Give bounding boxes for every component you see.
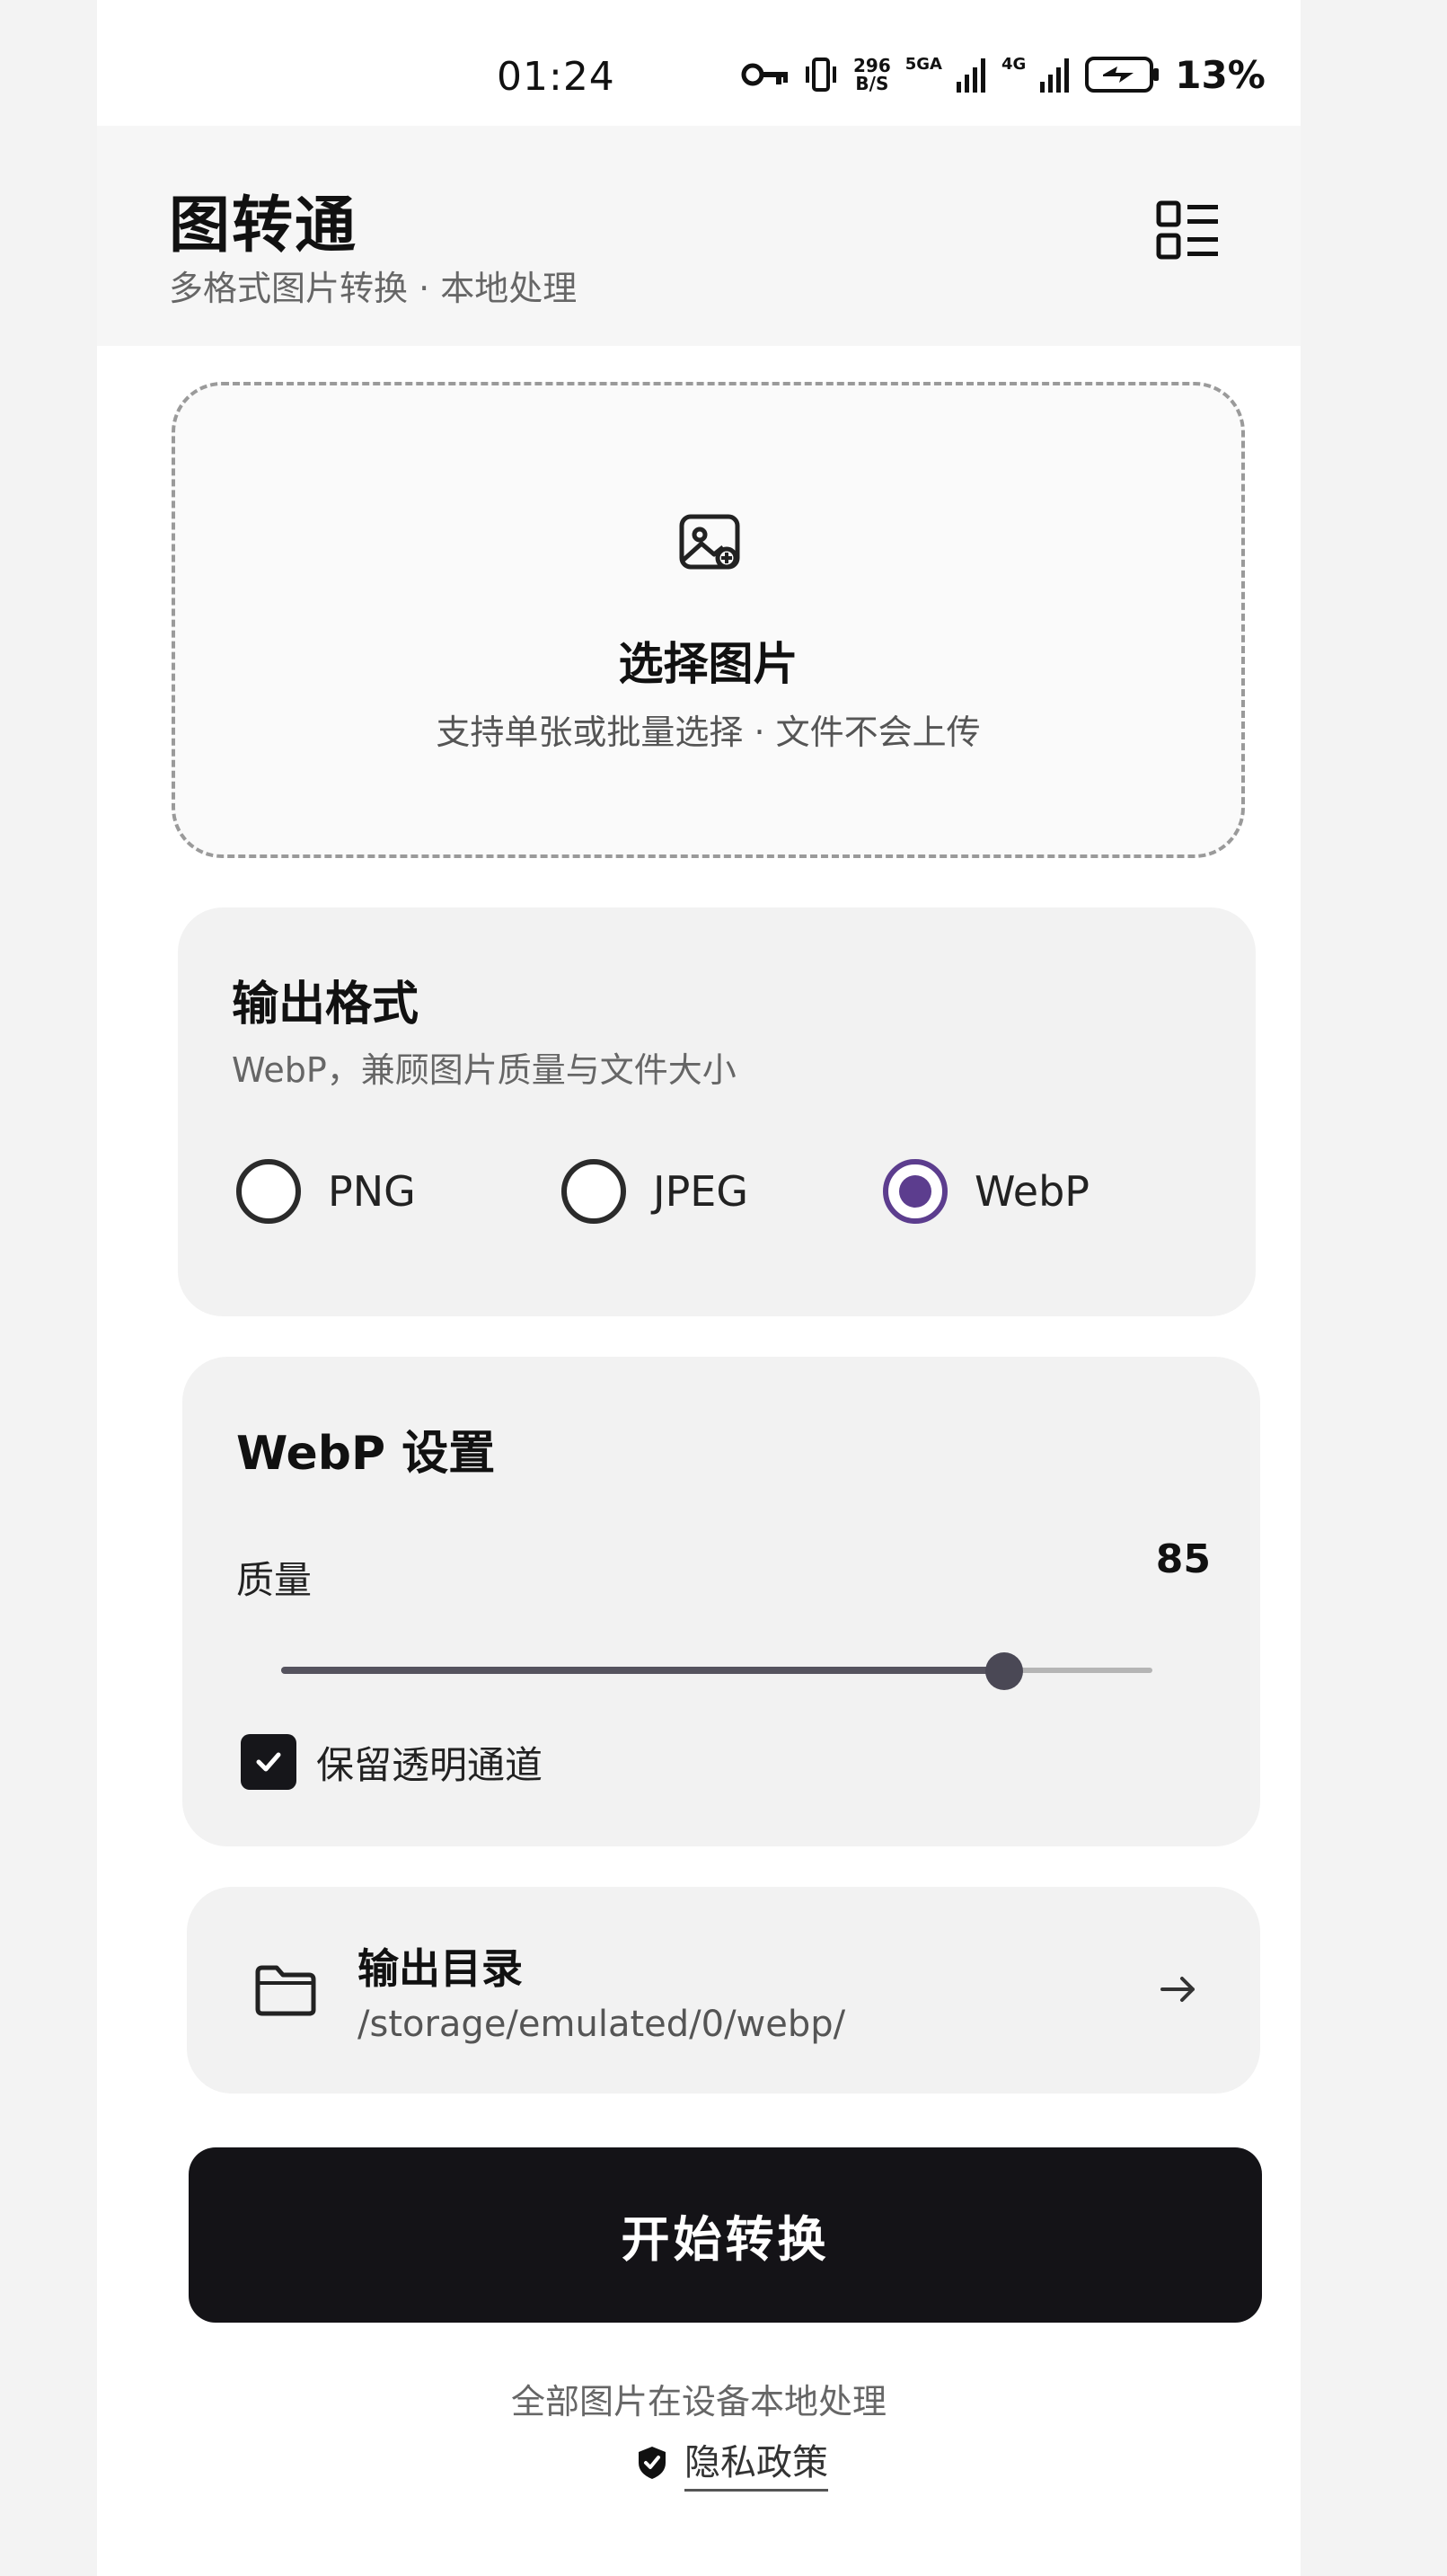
format-radio-group: PNG JPEG WebP (236, 1159, 1224, 1231)
app-subtitle: 多格式图片转换 · 本地处理 (169, 269, 578, 308)
output-directory-path: /storage/emulated/0/webp/ (357, 2004, 846, 2045)
network-type-1: 5GA (904, 54, 942, 74)
radio-label: JPEG (653, 1167, 749, 1216)
check-icon (256, 1752, 281, 1772)
signal-icon (1040, 58, 1070, 93)
network-speed: 296 B/S (853, 57, 891, 93)
privacy-policy-link[interactable]: 隐私政策 (636, 2433, 828, 2492)
output-directory-title: 输出目录 (357, 1944, 523, 1993)
radio-webp[interactable]: WebP (883, 1159, 1090, 1224)
signal-icon (956, 58, 985, 93)
upload-hint: 支持单张或批量选择 · 文件不会上传 (436, 713, 981, 752)
status-icons: 296 B/S 5GA 4G 13% (740, 52, 1266, 97)
key-icon (741, 63, 788, 86)
webp-settings-title: WebP 设置 (236, 1427, 496, 1481)
status-bar: 01:24 296 B/S 5GA 4G 13% (97, 0, 1301, 126)
quality-value: 85 (1155, 1536, 1211, 1582)
radio-button[interactable] (236, 1159, 301, 1224)
radio-jpeg[interactable]: JPEG (561, 1159, 748, 1224)
app-title: 图转通 (169, 190, 358, 261)
radio-label: WebP (975, 1167, 1090, 1216)
format-title: 输出格式 (232, 978, 419, 1031)
folder-icon (255, 1965, 316, 2016)
privacy-policy-label[interactable]: 隐私政策 (684, 2433, 828, 2492)
keep-alpha-label: 保留透明通道 (316, 1742, 543, 1787)
shield-check-icon (639, 2446, 666, 2479)
output-format-card: 输出格式 WebP，兼顾图片质量与文件大小 PNG JPEG WebP (178, 907, 1256, 1316)
speed-value: 296 (853, 55, 891, 76)
status-time: 01:24 (497, 54, 615, 100)
webp-settings-card: WebP 设置 质量 85 保留透明通道 (182, 1357, 1260, 1846)
battery-icon (1085, 57, 1160, 93)
network-type-2: 4G (1001, 54, 1027, 74)
image-add-icon (679, 514, 740, 570)
format-description: WebP，兼顾图片质量与文件大小 (232, 1050, 737, 1090)
speed-unit: B/S (855, 73, 889, 94)
quality-label: 质量 (236, 1558, 313, 1602)
app-header: 图转通 多格式图片转换 · 本地处理 (97, 126, 1301, 346)
output-directory-card[interactable]: 输出目录 /storage/emulated/0/webp/ (187, 1887, 1260, 2094)
local-processing-note: 全部图片在设备本地处理 (510, 2382, 887, 2421)
arrow-right-icon[interactable] (1157, 1968, 1200, 2011)
radio-png[interactable]: PNG (236, 1159, 416, 1224)
grid-list-icon[interactable] (1155, 198, 1220, 262)
radio-button-selected[interactable] (883, 1159, 948, 1224)
radio-button[interactable] (561, 1159, 626, 1224)
quality-slider[interactable] (281, 1644, 1152, 1698)
app-screen: 01:24 296 B/S 5GA 4G 13% 图转通 多格式图片转换 · 本… (97, 0, 1301, 2576)
slider-fill (281, 1667, 1005, 1674)
vibrate-icon (806, 58, 836, 92)
battery-percent: 13% (1175, 52, 1266, 97)
slider-thumb[interactable] (985, 1652, 1024, 1690)
keep-alpha-row[interactable]: 保留透明通道 (241, 1734, 543, 1790)
keep-alpha-checkbox[interactable] (241, 1734, 296, 1790)
start-convert-button[interactable]: 开始转换 (189, 2147, 1262, 2323)
upload-title: 选择图片 (618, 638, 798, 690)
radio-label: PNG (328, 1167, 416, 1216)
image-picker-dropzone[interactable]: 选择图片 支持单张或批量选择 · 文件不会上传 (172, 382, 1245, 858)
